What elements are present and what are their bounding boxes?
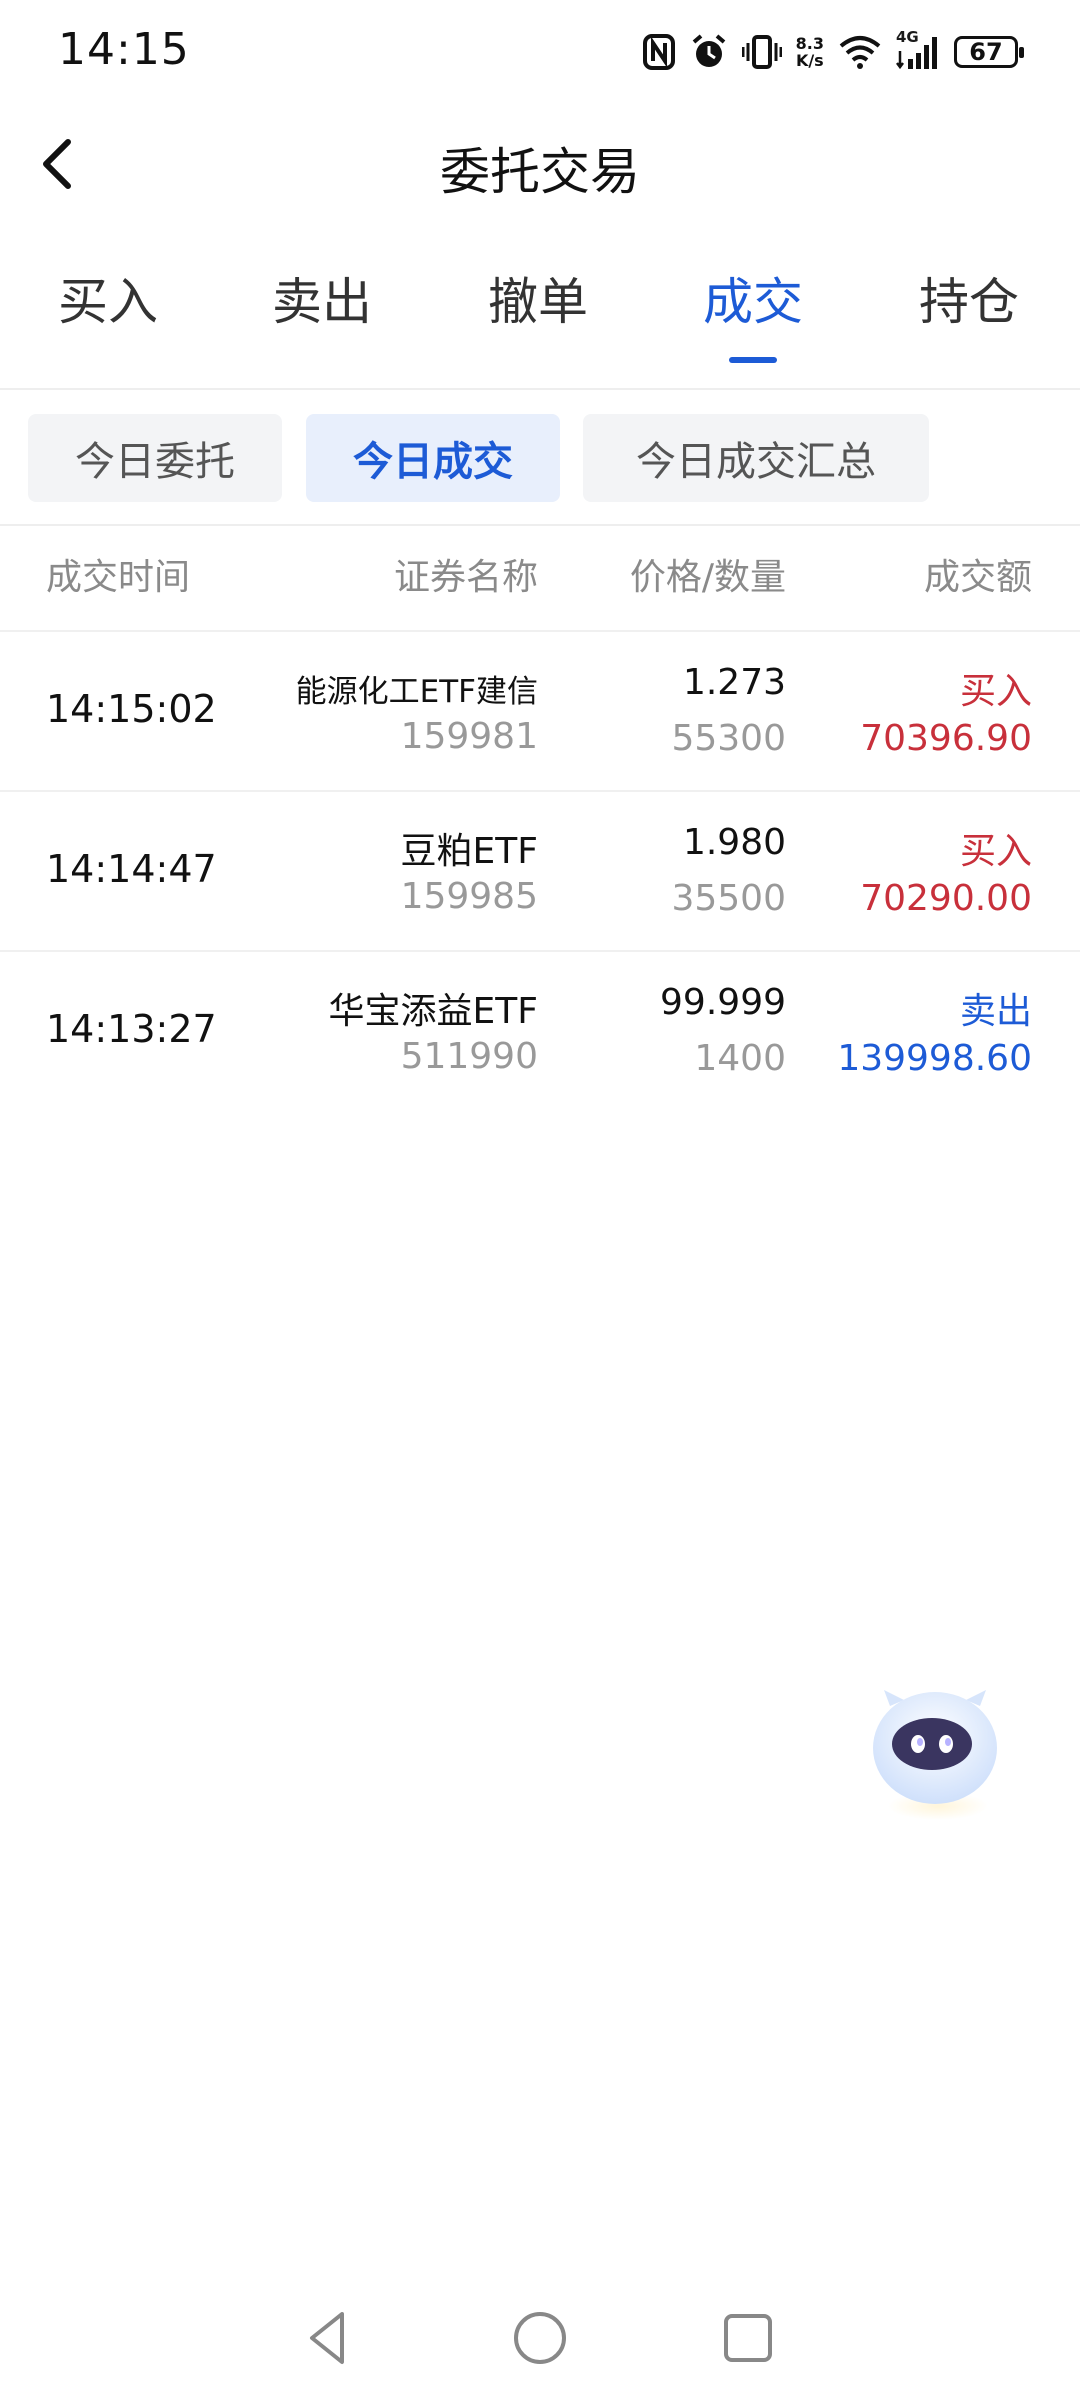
deal-price: 1.980 [682, 822, 786, 863]
deal-amount: 70396.90 [860, 718, 1032, 759]
tab-buy[interactable]: 买入 [8, 262, 208, 334]
nav-recents-button[interactable] [718, 2308, 778, 2368]
deal-amount: 139998.60 [837, 1038, 1032, 1079]
deal-quantity: 1400 [694, 1038, 786, 1079]
system-nav-bar [0, 2300, 1080, 2387]
subtab-today-deals[interactable]: 今日成交 [306, 414, 560, 502]
subtab-today-deals-summary[interactable]: 今日成交汇总 [583, 414, 929, 502]
divider [0, 388, 1080, 390]
circle-home-icon [514, 2312, 566, 2364]
deal-price: 1.273 [682, 662, 786, 703]
security-name: 豆粕ETF [400, 831, 538, 872]
subtab-today-orders[interactable]: 今日委托 [28, 414, 282, 502]
robot-assistant-icon [873, 1690, 997, 1820]
active-tab-indicator [729, 357, 777, 363]
security-name: 华宝添益ETF [328, 991, 538, 1032]
table-row[interactable]: 14:13:27 华宝添益ETF 511990 99.999 1400 卖出 1… [0, 952, 1080, 1112]
deal-direction: 买入 [959, 671, 1032, 712]
deal-time: 14:14:47 [46, 847, 217, 891]
security-code: 159981 [400, 716, 538, 757]
table-row[interactable]: 14:15:02 能源化工ETF建信 159981 1.273 55300 买入… [0, 632, 1080, 792]
cell-signal-icon: 4G [896, 30, 940, 74]
table-header: 成交时间 证券名称 价格/数量 成交额 [0, 548, 1080, 608]
header-amount: 成交额 [923, 557, 1032, 598]
status-bar: 14:15 8.3 K/s 4G 67 [0, 0, 1080, 100]
tab-cancel-order[interactable]: 撤单 [438, 262, 638, 334]
nav-back-button[interactable] [300, 2308, 360, 2368]
assistant-button[interactable] [860, 1676, 1010, 1826]
net-speed-unit: K/s [795, 51, 824, 70]
tab-sell[interactable]: 卖出 [222, 262, 422, 334]
security-name: 能源化工ETF建信 [295, 674, 538, 710]
table-row[interactable]: 14:14:47 豆粕ETF 159985 1.980 35500 买入 702… [0, 792, 1080, 952]
main-tabs: 买入 卖出 撤单 成交 持仓 [0, 262, 1080, 368]
page-title: 委托交易 [440, 143, 640, 201]
deal-quantity: 35500 [671, 878, 786, 919]
deal-time: 14:15:02 [46, 687, 217, 731]
header-time: 成交时间 [46, 557, 191, 598]
security-code: 159985 [400, 876, 538, 917]
battery-level: 67 [954, 36, 1024, 68]
deal-direction: 卖出 [959, 991, 1032, 1032]
nav-home-button[interactable] [510, 2308, 570, 2368]
network-speed: 8.3 K/s [796, 30, 824, 74]
network-type: 4G [896, 28, 919, 46]
header: 委托交易 [0, 110, 1080, 220]
wifi-icon [838, 30, 882, 74]
deal-price: 99.999 [660, 982, 786, 1023]
tab-positions[interactable]: 持仓 [869, 262, 1069, 334]
security-code: 511990 [400, 1036, 538, 1077]
vibrate-icon [741, 30, 782, 74]
status-time: 14:15 [58, 24, 190, 75]
deal-time: 14:13:27 [46, 1007, 217, 1051]
deal-amount: 70290.00 [860, 878, 1032, 919]
header-price-qty: 价格/数量 [629, 557, 786, 598]
status-icons: 8.3 K/s 4G 67 [642, 30, 1024, 74]
deal-direction: 买入 [959, 831, 1032, 872]
battery-indicator: 67 [954, 30, 1024, 74]
deal-quantity: 55300 [671, 718, 786, 759]
triangle-back-icon [310, 2312, 344, 2364]
nfc-icon [642, 30, 676, 74]
tab-deals[interactable]: 成交 [653, 262, 853, 334]
divider [0, 524, 1080, 526]
header-name: 证券名称 [393, 557, 538, 598]
square-recents-icon [724, 2314, 772, 2362]
alarm-icon [690, 30, 728, 74]
